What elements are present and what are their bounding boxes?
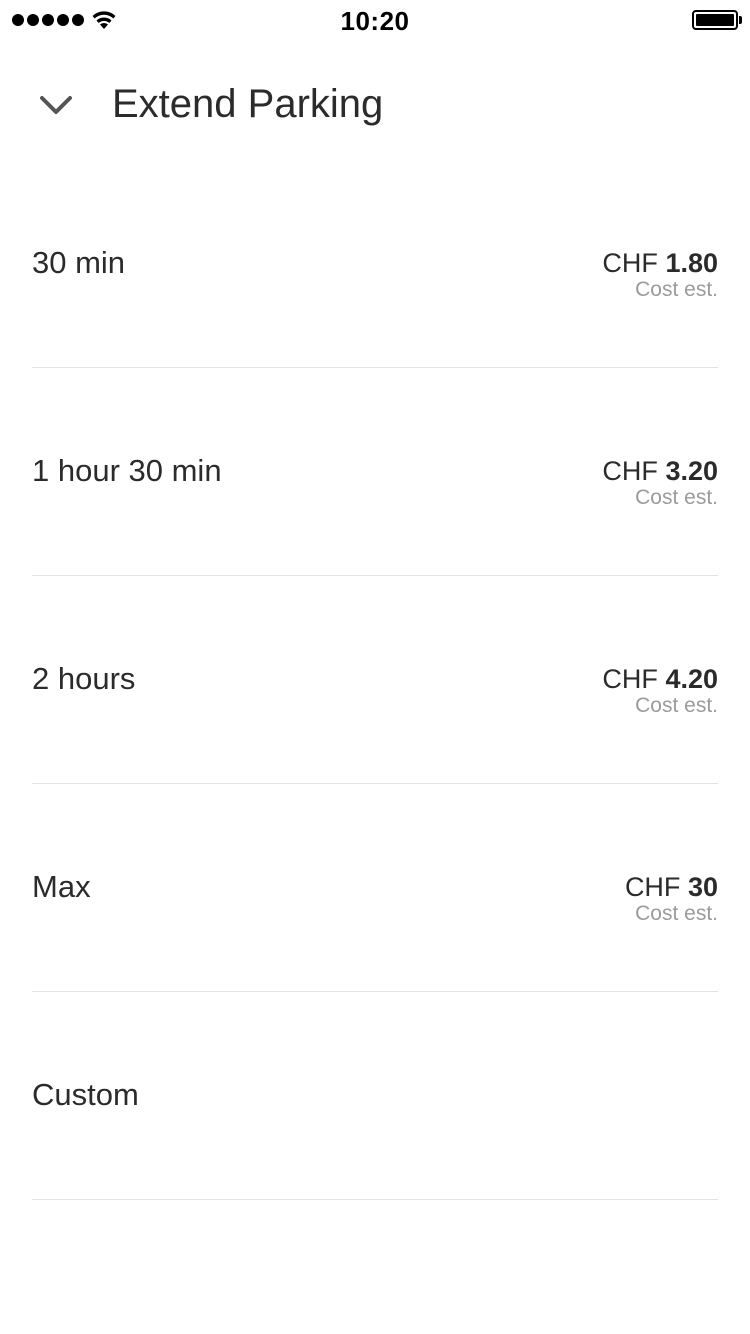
option-30-min[interactable]: 30 min CHF 1.80 Cost est. <box>32 160 718 368</box>
price-block: CHF 4.20 Cost est. <box>602 664 718 718</box>
currency: CHF <box>602 248 658 278</box>
price-amount: 3.20 <box>665 456 718 486</box>
battery-icon <box>692 10 742 30</box>
currency: CHF <box>602 664 658 694</box>
cost-estimate-label: Cost est. <box>635 486 718 509</box>
price-line: CHF 30 <box>625 872 718 902</box>
price-block: CHF 3.20 Cost est. <box>602 456 718 510</box>
price-amount: 1.80 <box>665 248 718 278</box>
chevron-down-icon[interactable] <box>36 90 76 120</box>
option-custom[interactable]: Custom <box>32 992 718 1200</box>
header: Extend Parking <box>0 70 750 140</box>
price-line: CHF 3.20 <box>602 456 718 486</box>
status-bar: 10:20 <box>0 0 750 40</box>
price-amount: 30 <box>687 872 718 902</box>
currency: CHF <box>624 872 681 902</box>
price-amount: 4.20 <box>665 664 718 694</box>
option-label: Max <box>32 869 91 904</box>
duration-options-list: 30 min CHF 1.80 Cost est. 1 hour 30 min … <box>32 160 718 1200</box>
option-label: 2 hours <box>32 661 136 696</box>
option-label: Custom <box>32 1077 139 1112</box>
option-label: 1 hour 30 min <box>32 453 222 488</box>
price-block: CHF 1.80 Cost est. <box>602 248 718 302</box>
price-line: CHF 4.20 <box>602 664 718 694</box>
option-2-hours[interactable]: 2 hours CHF 4.20 Cost est. <box>32 576 718 784</box>
price-block: CHF 30 Cost est. <box>625 872 718 926</box>
cost-estimate-label: Cost est. <box>635 694 718 717</box>
option-1-hour-30-min[interactable]: 1 hour 30 min CHF 3.20 Cost est. <box>32 368 718 576</box>
option-max[interactable]: Max CHF 30 Cost est. <box>32 784 718 992</box>
price-line: CHF 1.80 <box>602 248 718 278</box>
status-time: 10:20 <box>340 6 410 36</box>
cost-estimate-label: Cost est. <box>635 278 718 301</box>
currency: CHF <box>602 456 658 486</box>
page-title: Extend Parking <box>112 82 384 126</box>
cost-estimate-label: Cost est. <box>635 902 718 925</box>
option-label: 30 min <box>32 245 126 280</box>
